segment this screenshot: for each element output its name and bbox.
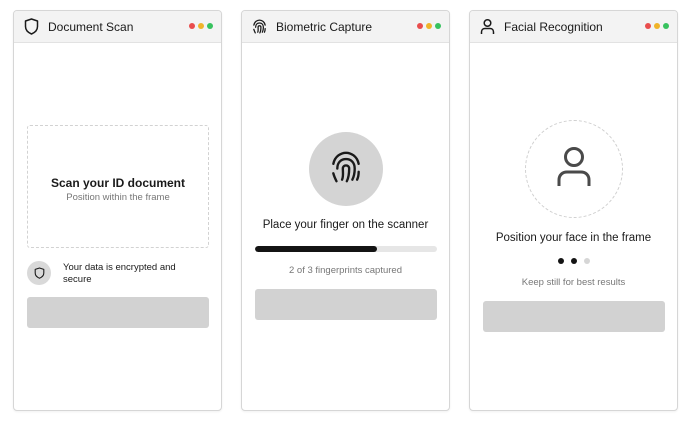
close-dot[interactable]: [645, 23, 651, 29]
scanner-instruction: Place your finger on the scanner: [262, 219, 429, 231]
face-frame: [525, 120, 623, 218]
window-controls: [189, 23, 213, 29]
shield-icon: [22, 18, 40, 36]
capture-fingerprint-button[interactable]: [255, 289, 437, 320]
step-indicator: [470, 258, 677, 264]
step-dot: [570, 258, 577, 264]
step-dot: [583, 258, 590, 264]
capture-face-button[interactable]: [483, 301, 665, 332]
biometric-capture-titlebar: Biometric Capture: [242, 11, 449, 43]
maximize-dot[interactable]: [207, 23, 213, 29]
minimize-dot[interactable]: [654, 23, 660, 29]
capture-progress-bar: [255, 246, 437, 252]
window-title: Document Scan: [48, 19, 134, 34]
biometric-capture-window: Biometric Capture Place your finger on t…: [241, 10, 450, 411]
step-dot: [557, 258, 564, 264]
facial-recognition-titlebar: Facial Recognition: [470, 11, 677, 43]
user-icon: [478, 18, 496, 36]
security-note-text: Your data is encrypted and secure: [63, 262, 176, 285]
facial-recognition-window: Facial Recognition Position your face in…: [469, 10, 678, 411]
window-title: Biometric Capture: [276, 19, 373, 34]
window-controls: [645, 23, 669, 29]
scan-document-button[interactable]: [27, 297, 209, 328]
capture-progress-fill: [255, 246, 377, 252]
document-scan-window: Document Scan Scan your ID document Posi…: [13, 10, 222, 411]
window-controls: [417, 23, 441, 29]
user-icon: [556, 146, 592, 193]
minimize-dot[interactable]: [426, 23, 432, 29]
close-dot[interactable]: [189, 23, 195, 29]
window-title: Facial Recognition: [504, 19, 603, 34]
maximize-dot[interactable]: [435, 23, 441, 29]
shield-icon: [27, 261, 51, 285]
scan-frame-title: Scan your ID document: [50, 176, 186, 190]
face-hint: Keep still for best results: [521, 277, 626, 288]
minimize-dot[interactable]: [198, 23, 204, 29]
scan-frame-subtitle: Position within the frame: [66, 192, 170, 203]
capture-status: 2 of 3 fingerprints captured: [288, 265, 402, 276]
maximize-dot[interactable]: [663, 23, 669, 29]
id-scan-frame: Scan your ID document Position within th…: [27, 125, 209, 248]
security-note: Your data is encrypted and secure: [27, 261, 193, 286]
fingerprint-icon: [327, 148, 365, 191]
fingerprint-scanner[interactable]: [309, 132, 383, 206]
face-instruction: Position your face in the frame: [495, 232, 652, 244]
fingerprint-icon: [250, 18, 268, 36]
document-scan-titlebar: Document Scan: [14, 11, 221, 43]
close-dot[interactable]: [417, 23, 423, 29]
